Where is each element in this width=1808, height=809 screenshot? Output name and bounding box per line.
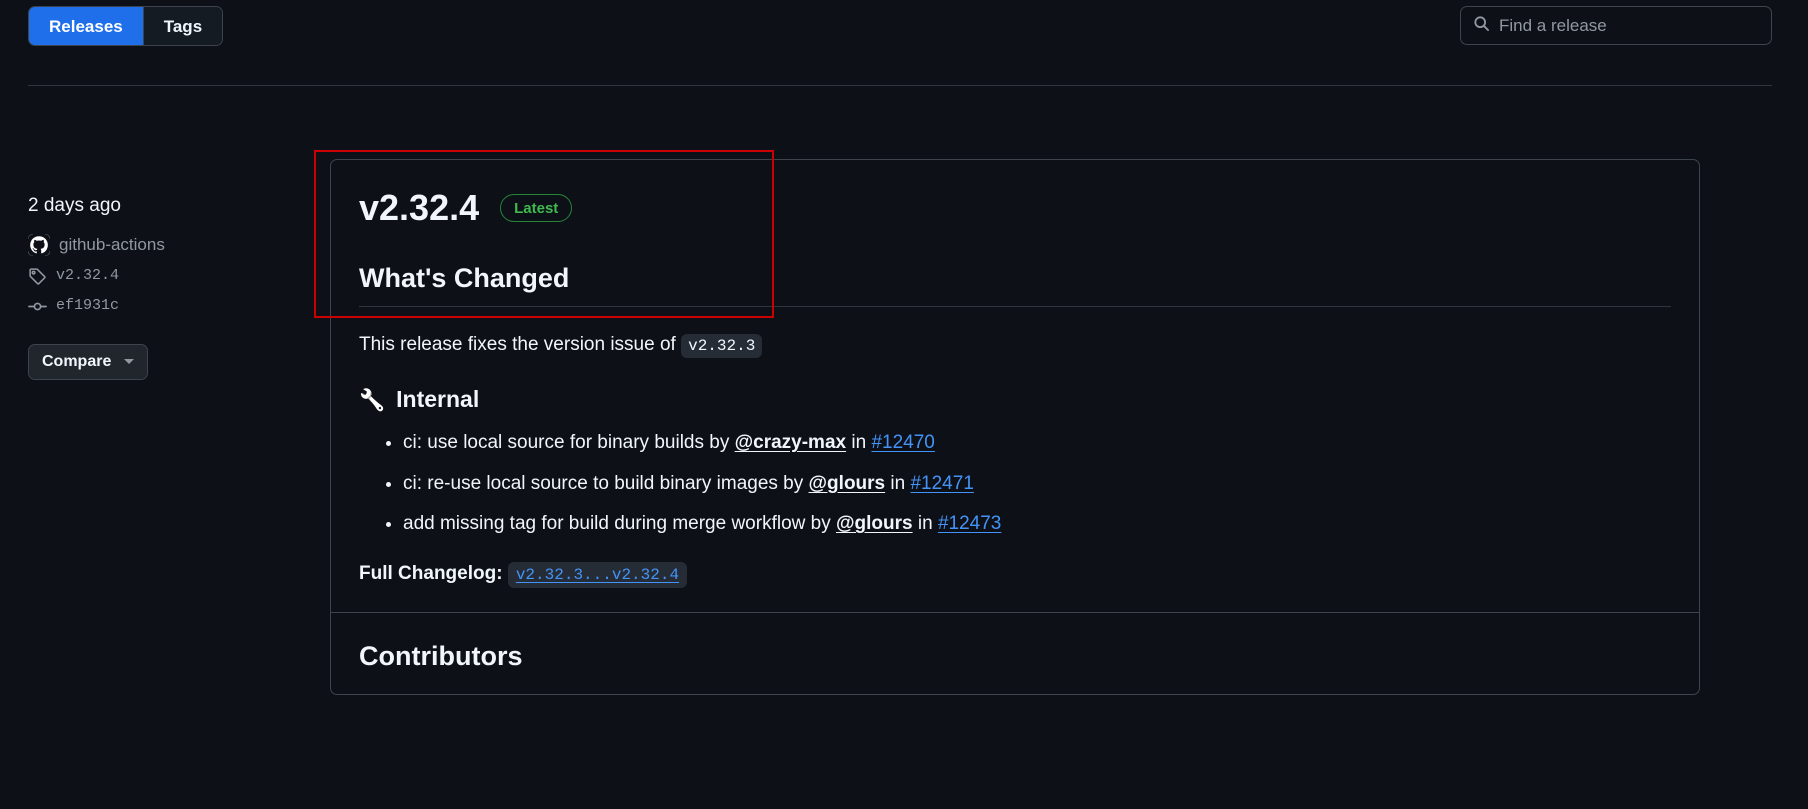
commit-icon: [28, 297, 47, 316]
list-item: ci: use local source for binary builds b…: [403, 429, 1671, 457]
release-header: v2.32.4 Latest: [359, 190, 1671, 226]
tag-name[interactable]: v2.32.4: [56, 267, 119, 285]
contributors-section: Contributors: [331, 613, 1699, 694]
mention-link[interactable]: @crazy-max: [735, 432, 846, 453]
list-item: ci: re-use local source to build binary …: [403, 470, 1671, 498]
release-tag[interactable]: v2.32.4: [28, 267, 278, 286]
release-title[interactable]: v2.32.4: [359, 190, 479, 226]
releases-page: Releases Tags Find a release 2 days ago: [0, 0, 1808, 809]
chevron-down-icon: [124, 359, 135, 365]
whats-changed-heading: What's Changed: [359, 262, 1671, 307]
change-text: ci: re-use local source to build binary …: [403, 472, 809, 494]
change-text-middle: in: [912, 513, 938, 535]
inline-code-version: v2.32.3: [681, 333, 763, 358]
release-author[interactable]: github-actions: [28, 233, 278, 256]
changelog-link[interactable]: v2.32.3...v2.32.4: [516, 566, 679, 584]
change-text: ci: use local source for binary builds b…: [403, 432, 735, 454]
intro-prefix: This release fixes the version issue of: [359, 333, 682, 355]
release-intro-text: This release fixes the version issue of …: [359, 331, 1671, 360]
page-header: Releases Tags Find a release: [0, 0, 1808, 86]
release-body-section: v2.32.4 Latest What's Changed This relea…: [331, 160, 1699, 612]
commit-sha[interactable]: ef1931c: [56, 297, 119, 315]
releases-tabs: Releases Tags: [28, 6, 224, 46]
tab-tags[interactable]: Tags: [142, 7, 223, 45]
pr-link[interactable]: #12473: [938, 513, 1001, 534]
author-name[interactable]: github-actions: [59, 235, 165, 255]
wrench-icon: 🔧: [359, 388, 386, 412]
list-item: add missing tag for build during merge w…: [403, 510, 1671, 538]
full-changelog-label: Full Changelog:: [359, 562, 503, 584]
change-text-middle: in: [846, 432, 872, 454]
pr-link[interactable]: #12471: [910, 473, 973, 494]
release-sidebar: 2 days ago github-actions v2.32.4 ef1931…: [28, 195, 278, 380]
contributors-heading: Contributors: [359, 641, 523, 672]
status-badge: Latest: [500, 194, 573, 222]
full-changelog-line: Full Changelog: v2.32.3...v2.32.4: [359, 560, 1671, 589]
header-divider: [28, 85, 1772, 86]
compare-button-label: Compare: [42, 352, 112, 370]
tag-icon: [28, 267, 47, 286]
release-date: 2 days ago: [28, 195, 121, 216]
pr-link[interactable]: #12470: [871, 432, 934, 453]
internal-heading-label: Internal: [396, 386, 480, 413]
change-text: add missing tag for build during merge w…: [403, 513, 836, 535]
mention-link[interactable]: @glours: [836, 513, 913, 534]
compare-button[interactable]: Compare: [28, 343, 149, 380]
search-input[interactable]: Find a release: [1499, 17, 1607, 34]
github-mark-icon: [28, 233, 50, 256]
release-commit[interactable]: ef1931c: [28, 297, 278, 316]
change-text-middle: in: [885, 472, 911, 494]
tab-releases[interactable]: Releases: [29, 7, 143, 45]
internal-heading: 🔧 Internal: [359, 385, 1671, 415]
changes-list: ci: use local source for binary builds b…: [359, 429, 1671, 538]
find-release-search[interactable]: Find a release: [1460, 6, 1772, 45]
changelog-code-chip: v2.32.3...v2.32.4: [507, 561, 688, 588]
mention-link[interactable]: @glours: [809, 473, 886, 494]
release-card: v2.32.4 Latest What's Changed This relea…: [330, 159, 1700, 696]
search-icon: [1473, 15, 1490, 37]
